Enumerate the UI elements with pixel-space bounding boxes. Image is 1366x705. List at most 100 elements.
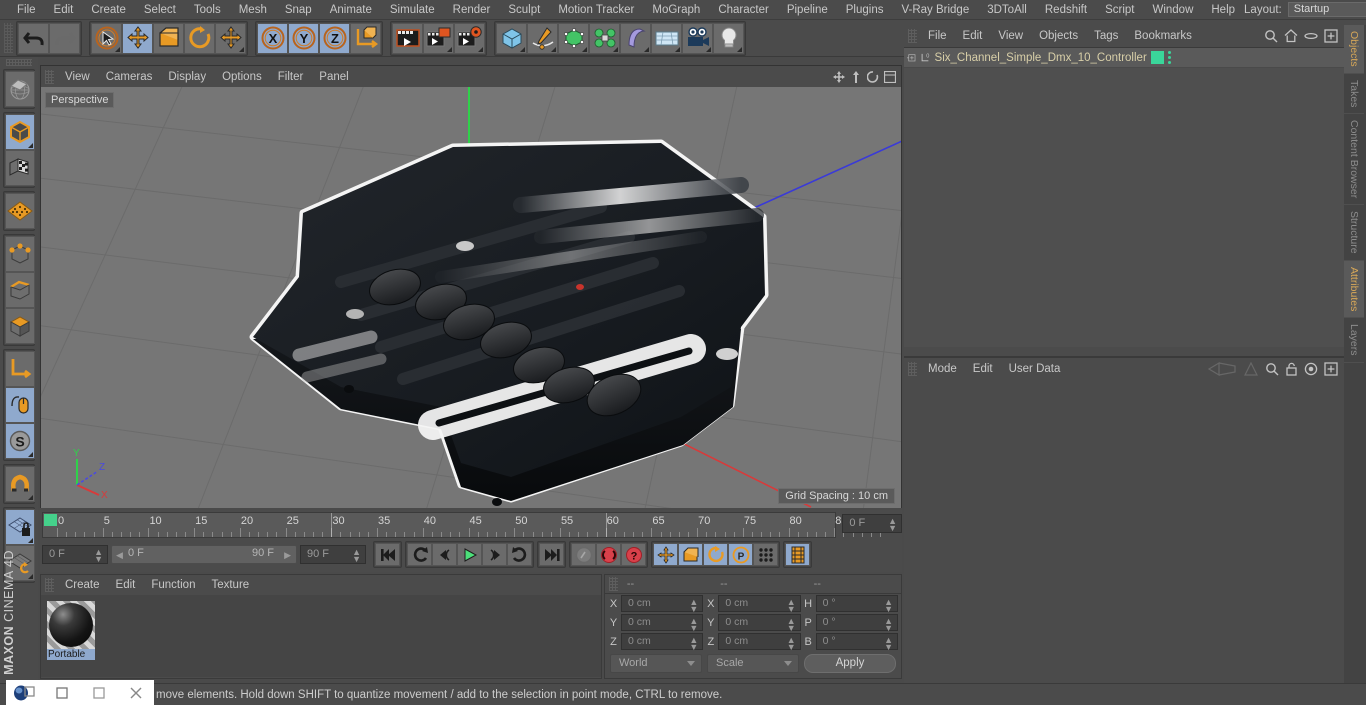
- texture-mode-icon-button[interactable]: [5, 150, 35, 186]
- pan-view-icon[interactable]: [833, 70, 845, 83]
- enable-axis-icon-button[interactable]: [5, 387, 35, 423]
- viewport-menu-item-display[interactable]: Display: [160, 71, 214, 83]
- menu-item-character[interactable]: Character: [709, 0, 778, 20]
- toolbar-grip[interactable]: [4, 23, 13, 53]
- model-mode-icon-button[interactable]: [5, 114, 35, 150]
- menu-item-window[interactable]: Window: [1143, 0, 1202, 20]
- menu-item-animate[interactable]: Animate: [321, 0, 381, 20]
- range-right-arrow-icon[interactable]: ▶: [284, 550, 291, 561]
- spinner-icon[interactable]: ▲ ▼: [884, 598, 893, 614]
- material-grip[interactable]: [45, 578, 54, 592]
- polygons-mode-icon-button[interactable]: [5, 308, 35, 344]
- zoom-view-icon[interactable]: [850, 70, 862, 83]
- minimize-icon[interactable]: [43, 680, 80, 705]
- frame-end-field[interactable]: 90 F ▲ ▼: [300, 545, 366, 564]
- attribute-menu-item-edit[interactable]: Edit: [965, 363, 1001, 375]
- spinner-icon[interactable]: ▲ ▼: [787, 617, 796, 633]
- menu-item-edit[interactable]: Edit: [45, 0, 83, 20]
- menu-item-tools[interactable]: Tools: [185, 0, 230, 20]
- key-rotation-button[interactable]: [703, 543, 728, 566]
- timeline-frame-field[interactable]: 0 F ▲ ▼: [842, 514, 902, 533]
- search-icon[interactable]: [1265, 362, 1279, 376]
- material-menu-item-create[interactable]: Create: [57, 579, 108, 591]
- go-to-end-button[interactable]: [539, 543, 564, 566]
- layout-dropdown[interactable]: Startup: [1287, 2, 1366, 17]
- plus-box-icon[interactable]: [907, 51, 916, 64]
- menu-item-3dtoall[interactable]: 3DToAll: [978, 0, 1036, 20]
- frame-start-field[interactable]: 0 F ▲ ▼: [42, 545, 108, 564]
- mograph-array-button[interactable]: [589, 22, 620, 54]
- undo-button[interactable]: [18, 22, 49, 54]
- axis-mode-icon-button[interactable]: [5, 351, 35, 387]
- redo-button[interactable]: [49, 22, 80, 54]
- material-menu-item-function[interactable]: Function: [143, 579, 203, 591]
- spinner-icon[interactable]: ▲ ▼: [94, 548, 103, 564]
- menu-item-create[interactable]: Create: [82, 0, 135, 20]
- spinner-icon[interactable]: ▲ ▼: [689, 598, 698, 614]
- autokey-toggle-button[interactable]: [571, 543, 596, 566]
- side-tab-content-browser[interactable]: Content Browser: [1344, 114, 1364, 206]
- world-coordinate-button[interactable]: [350, 22, 381, 54]
- viewport-grip[interactable]: [45, 69, 54, 84]
- viewport-menu-item-view[interactable]: View: [57, 71, 98, 83]
- add-icon[interactable]: [1324, 362, 1338, 376]
- close-icon[interactable]: [117, 680, 154, 705]
- material-menu-item-edit[interactable]: Edit: [108, 579, 144, 591]
- coordinate-field-size[interactable]: 0 cm ▲ ▼: [718, 614, 801, 633]
- key-parameter-button[interactable]: P: [728, 543, 753, 566]
- edges-mode-icon-button[interactable]: [5, 272, 35, 308]
- object-menu-item-view[interactable]: View: [990, 30, 1031, 42]
- go-to-start-button[interactable]: [375, 543, 400, 566]
- rotate-view-icon[interactable]: [867, 70, 879, 83]
- maximize-icon[interactable]: [80, 680, 117, 705]
- ellipse-icon[interactable]: [1304, 29, 1318, 43]
- object-menu-item-edit[interactable]: Edit: [955, 30, 991, 42]
- timeline-ruler[interactable]: 051015202530354045505560657075808590: [42, 512, 893, 538]
- side-tab-objects[interactable]: Objects: [1344, 25, 1364, 74]
- magnet-tool-icon-button[interactable]: [5, 466, 35, 502]
- generator-nurbs-button[interactable]: [558, 22, 589, 54]
- workplane-lock-icon-button[interactable]: [5, 509, 35, 545]
- current-time-marker[interactable]: [44, 514, 57, 526]
- tag-dots-icon[interactable]: [1167, 51, 1171, 64]
- material-list[interactable]: Portable: [41, 595, 601, 677]
- preview-range-slider[interactable]: ◀ 0 F 90 F ▶: [111, 545, 297, 564]
- key-point-level-button[interactable]: [753, 543, 778, 566]
- move-tool-button[interactable]: [122, 22, 153, 54]
- coordinate-field-position[interactable]: 0 cm ▲ ▼: [621, 595, 704, 614]
- menu-item-file[interactable]: File: [8, 0, 45, 20]
- viewport-canvas[interactable]: Perspective Grid Spacing : 10 cm Y X Z: [41, 87, 901, 508]
- viewport-menu-item-filter[interactable]: Filter: [270, 71, 312, 83]
- step-back-button[interactable]: [432, 543, 457, 566]
- coordinate-field-rotation[interactable]: 0 ° ▲ ▼: [815, 614, 898, 633]
- select-tool-button[interactable]: [91, 22, 122, 54]
- object-menu-item-tags[interactable]: Tags: [1086, 30, 1126, 42]
- side-tab-takes[interactable]: Takes: [1344, 74, 1364, 115]
- polygon-grid-icon-button[interactable]: [5, 193, 35, 229]
- material-item[interactable]: Portable: [47, 601, 95, 660]
- range-left-arrow-icon[interactable]: ◀: [116, 550, 123, 561]
- menu-item-help[interactable]: Help: [1202, 0, 1244, 20]
- viewport-menu-item-panel[interactable]: Panel: [311, 71, 356, 83]
- side-tab-attributes[interactable]: Attributes: [1344, 260, 1364, 319]
- viewport-menu-item-options[interactable]: Options: [214, 71, 270, 83]
- deformer-bend-button[interactable]: [620, 22, 651, 54]
- step-forward-button[interactable]: [482, 543, 507, 566]
- key-position-button[interactable]: [653, 543, 678, 566]
- menu-item-render[interactable]: Render: [444, 0, 500, 20]
- spinner-icon[interactable]: ▲ ▼: [787, 636, 796, 652]
- material-sphere-icon[interactable]: [47, 601, 95, 649]
- navigate-back-icon[interactable]: [1207, 362, 1237, 376]
- frame-back-keyframe-button[interactable]: [407, 543, 432, 566]
- scene-floor-button[interactable]: [651, 22, 682, 54]
- coordinate-field-size[interactable]: 0 cm ▲ ▼: [718, 633, 801, 652]
- spinner-icon[interactable]: ▲ ▼: [352, 548, 361, 564]
- soft-selection-icon-button[interactable]: S: [5, 423, 35, 459]
- spline-pen-button[interactable]: [527, 22, 558, 54]
- menu-item-select[interactable]: Select: [135, 0, 185, 20]
- timeline-strip-button[interactable]: [785, 543, 810, 566]
- rail-grip[interactable]: [6, 59, 32, 66]
- menu-item-simulate[interactable]: Simulate: [381, 0, 444, 20]
- menu-item-motion-tracker[interactable]: Motion Tracker: [549, 0, 643, 20]
- menu-item-script[interactable]: Script: [1096, 0, 1143, 20]
